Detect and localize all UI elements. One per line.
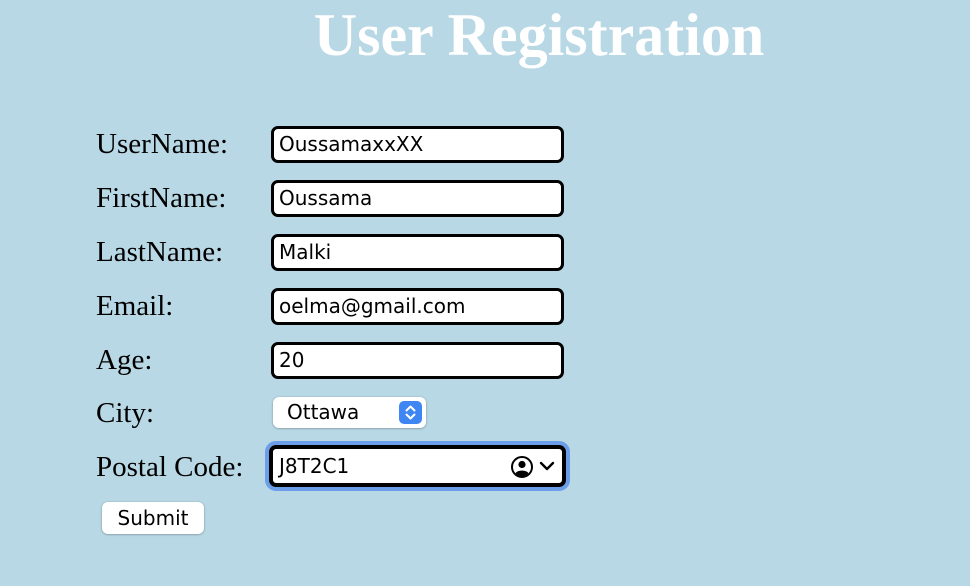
select-stepper-icon <box>399 401 422 424</box>
lastname-field[interactable]: Malki <box>271 234 564 271</box>
email-label: Email: <box>96 290 174 322</box>
email-field[interactable]: oelma@gmail.com <box>271 288 564 325</box>
chevron-down-icon[interactable] <box>538 459 556 473</box>
age-label: Age: <box>96 344 153 376</box>
username-label: UserName: <box>96 128 229 160</box>
username-field[interactable]: OussamaxxXX <box>271 126 564 163</box>
city-select[interactable]: Ottawa <box>273 397 426 428</box>
city-label: City: <box>96 397 155 429</box>
submit-button[interactable]: Submit <box>102 502 204 534</box>
lastname-label: LastName: <box>96 236 224 268</box>
page-title: User Registration <box>313 2 765 68</box>
firstname-field[interactable]: Oussama <box>271 180 564 217</box>
postal-code-label: Postal Code: <box>96 451 244 483</box>
city-selected-value: Ottawa <box>287 400 360 424</box>
contact-autofill-icon[interactable] <box>510 455 534 479</box>
age-field[interactable]: 20 <box>271 342 564 379</box>
firstname-label: FirstName: <box>96 182 227 214</box>
